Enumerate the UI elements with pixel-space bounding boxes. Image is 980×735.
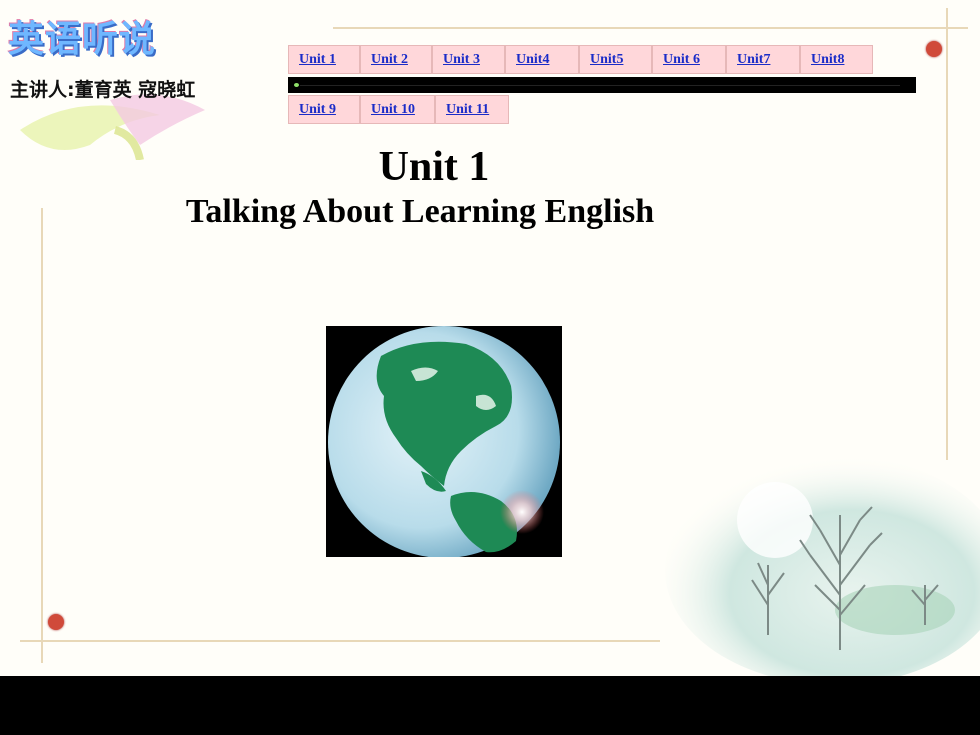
divider-line	[300, 85, 900, 86]
nav-link-unit-3[interactable]: Unit 3	[443, 52, 480, 68]
top-rule	[333, 27, 968, 29]
nav-link-unit-7[interactable]: Unit7	[737, 52, 770, 68]
globe-icon	[328, 326, 560, 558]
unit-nav-row-1: Unit 1 Unit 2 Unit 3 Unit4 Unit5 Unit 6 …	[288, 45, 873, 74]
nav-link-unit-11[interactable]: Unit 11	[446, 102, 489, 118]
nav-cell: Unit 3	[432, 45, 505, 74]
nav-cell: Unit7	[726, 45, 800, 74]
nav-cell: Unit 6	[652, 45, 726, 74]
nav-cell: Unit8	[800, 45, 873, 74]
nav-link-unit-2[interactable]: Unit 2	[371, 52, 408, 68]
nav-link-unit-8[interactable]: Unit8	[811, 52, 844, 68]
bottom-rule	[20, 640, 660, 642]
bottom-black-bar	[0, 676, 980, 735]
unit-nav-2: Unit 9 Unit 10 Unit 11	[288, 95, 509, 124]
nav-link-unit-9[interactable]: Unit 9	[299, 102, 336, 118]
right-rule	[946, 8, 948, 460]
nav-cell: Unit 9	[288, 95, 360, 124]
nav-divider-bar	[288, 77, 916, 93]
unit-heading: Unit 1	[378, 144, 490, 190]
bottom-left-dot	[48, 614, 64, 630]
top-right-dot	[926, 41, 942, 57]
nav-link-unit-4[interactable]: Unit4	[516, 52, 549, 68]
nav-cell: Unit4	[505, 45, 579, 74]
unit-nav-row-2: Unit 9 Unit 10 Unit 11	[288, 95, 509, 124]
winter-trees-image	[665, 455, 980, 676]
nav-cell: Unit 2	[360, 45, 432, 74]
nav-link-unit-5[interactable]: Unit5	[590, 52, 623, 68]
nav-link-unit-10[interactable]: Unit 10	[371, 102, 415, 118]
nav-link-unit-6[interactable]: Unit 6	[663, 52, 700, 68]
globe-image	[326, 326, 562, 558]
presenter-line: 主讲人:董育英 寇晓虹	[10, 79, 196, 101]
nav-cell: Unit 11	[435, 95, 509, 124]
course-title: 英语听说	[8, 19, 157, 60]
unit-nav: Unit 1 Unit 2 Unit 3 Unit4 Unit5 Unit 6 …	[288, 45, 873, 74]
left-rule	[41, 208, 43, 663]
nav-cell: Unit5	[579, 45, 652, 74]
nav-cell: Unit 1	[288, 45, 360, 74]
unit-subtitle: Talking About Learning English	[185, 193, 655, 230]
divider-glow	[294, 83, 299, 87]
nav-link-unit-1[interactable]: Unit 1	[299, 52, 336, 68]
nav-cell: Unit 10	[360, 95, 435, 124]
slide-canvas: 英语听说 主讲人:董育英 寇晓虹 Unit 1 Unit 2 Unit 3 Un…	[0, 0, 980, 676]
